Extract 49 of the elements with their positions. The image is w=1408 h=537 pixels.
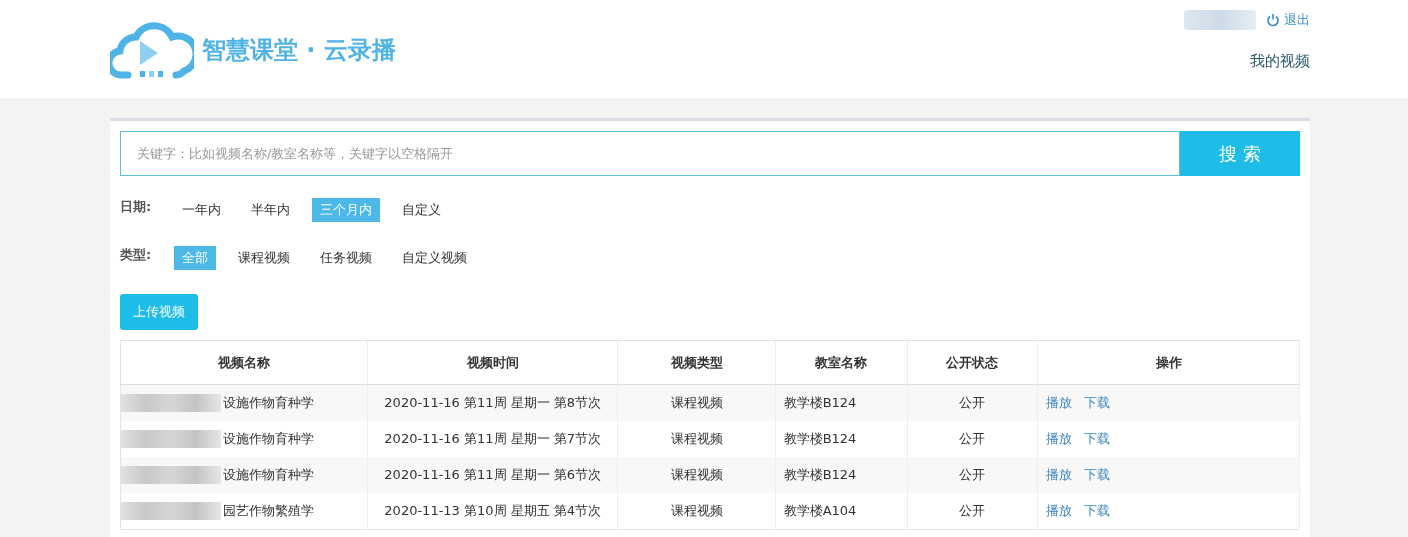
- public-status: 公开: [907, 384, 1038, 421]
- filter-option[interactable]: 自定义: [394, 198, 449, 222]
- power-icon[interactable]: [1266, 13, 1280, 27]
- logo-title: 智慧课堂 · 云录播: [202, 35, 396, 66]
- classroom-name: 教学楼B124: [775, 384, 908, 421]
- column-header: 操作: [1037, 340, 1300, 385]
- video-type: 课程视频: [617, 493, 776, 530]
- action-link[interactable]: 播放: [1046, 503, 1073, 518]
- public-status: 公开: [907, 493, 1038, 530]
- cloud-play-logo-icon: [110, 19, 194, 81]
- column-header: 视频名称: [120, 340, 368, 385]
- filter-label: 类型:: [120, 246, 153, 264]
- video-time: 2020-11-16 第11周 星期一 第8节次: [367, 384, 618, 421]
- video-time: 2020-11-16 第11周 星期一 第6节次: [367, 457, 618, 493]
- action-link[interactable]: 播放: [1046, 467, 1073, 482]
- action-link[interactable]: 下载: [1084, 431, 1111, 446]
- video-name: 园艺作物繁殖学: [223, 502, 314, 520]
- classroom-name: 教学楼A104: [775, 493, 908, 530]
- filter-option[interactable]: 全部: [174, 246, 216, 270]
- video-name: 设施作物育种学: [223, 394, 314, 412]
- video-name: 设施作物育种学: [223, 430, 314, 448]
- column-header: 公开状态: [907, 340, 1038, 385]
- upload-video-button[interactable]: 上传视频: [120, 294, 198, 330]
- classroom-name: 教学楼B124: [775, 457, 908, 493]
- public-status: 公开: [907, 457, 1038, 493]
- logout-link[interactable]: 退出: [1284, 11, 1310, 29]
- filter-label: 日期:: [120, 198, 153, 216]
- video-type: 课程视频: [617, 384, 776, 421]
- filter-option[interactable]: 课程视频: [230, 246, 298, 270]
- video-name: 设施作物育种学: [223, 466, 314, 484]
- action-link[interactable]: 下载: [1084, 503, 1111, 518]
- action-link[interactable]: 下载: [1084, 395, 1111, 410]
- action-link[interactable]: 播放: [1046, 431, 1073, 446]
- search-field[interactable]: 关键字：比如视频名称/教室名称等，关键字以空格隔开: [120, 131, 1180, 176]
- filter-option[interactable]: 半年内: [243, 198, 298, 222]
- filter-option[interactable]: 三个月内: [312, 198, 380, 222]
- action-link[interactable]: 下载: [1084, 467, 1111, 482]
- filter-option[interactable]: 自定义视频: [394, 246, 475, 270]
- column-header: 教室名称: [775, 340, 908, 385]
- column-header: 视频类型: [617, 340, 776, 385]
- filter-option[interactable]: 任务视频: [312, 246, 380, 270]
- search-button[interactable]: 搜 索: [1180, 131, 1300, 176]
- video-type: 课程视频: [617, 457, 776, 493]
- filter-option[interactable]: 一年内: [174, 198, 229, 222]
- column-header: 视频时间: [367, 340, 618, 385]
- video-time: 2020-11-13 第10周 星期五 第4节次: [367, 493, 618, 530]
- blurred-username: [1184, 10, 1256, 30]
- my-videos-link[interactable]: 我的视频: [1250, 52, 1310, 71]
- action-link[interactable]: 播放: [1046, 395, 1073, 410]
